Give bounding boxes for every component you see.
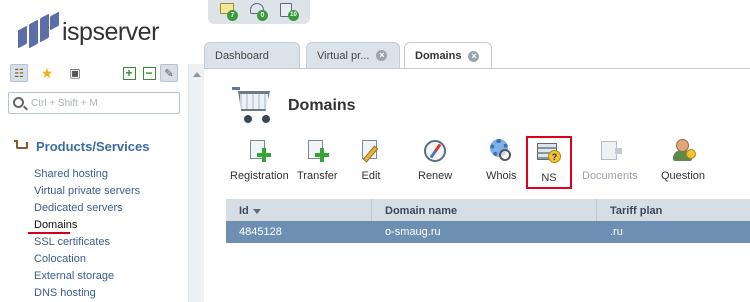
tab-bar: Dashboard Virtual pr... × Domains × [204, 42, 750, 69]
collapse-all-icon[interactable]: − [140, 64, 158, 82]
edit-icon [359, 139, 383, 163]
domains-table: Id Domain name Tariff plan 4845128 o-sma… [226, 199, 750, 243]
support-icon[interactable]: 0 [250, 3, 268, 21]
ispserver-logo-icon [16, 11, 59, 52]
tab-virtual-private-servers[interactable]: Virtual pr... × [306, 42, 400, 68]
edit-label: Edit [361, 170, 381, 182]
renew-button[interactable]: Renew [418, 139, 452, 182]
sidebar-item-external-storage[interactable]: External storage [34, 270, 140, 287]
tab-dashboard[interactable]: Dashboard [204, 42, 300, 68]
ns-button[interactable]: ? NS [526, 136, 572, 189]
sidebar-item-ssl-certificates[interactable]: SSL certificates [34, 236, 140, 253]
whois-icon [489, 139, 513, 163]
whois-button[interactable]: Whois [486, 139, 517, 182]
sidebar-item-dedicated-servers[interactable]: Dedicated servers [34, 202, 140, 219]
shopping-cart-icon [232, 85, 276, 127]
edit-button[interactable]: Edit [359, 139, 383, 182]
section-products-services[interactable]: Products/Services [14, 139, 149, 154]
favorites-star-icon[interactable]: ★ [38, 64, 56, 82]
documents-badge: 10 [288, 10, 299, 21]
question-icon [671, 139, 697, 163]
documents-icon [598, 139, 622, 163]
whois-label: Whois [486, 170, 517, 182]
question-button[interactable]: Question [661, 139, 705, 182]
transfer-label: Transfer [297, 170, 338, 182]
main-panel: Domains Registration Transfer Edit Renew… [204, 68, 750, 302]
documents-button[interactable]: Documents [582, 139, 638, 182]
cell-tariff-plan: .ru [610, 226, 623, 238]
registration-label: Registration [230, 170, 289, 182]
tree-view-icon[interactable]: ☷ [10, 64, 28, 82]
tab-label: Domains [415, 50, 462, 62]
close-icon[interactable]: × [376, 50, 388, 61]
sidebar-item-domains[interactable]: Domains [27, 219, 140, 236]
pin-icon[interactable]: ✎ [160, 64, 178, 82]
documents-icon[interactable]: 10 [280, 3, 299, 21]
menu-search [8, 92, 180, 114]
column-header-id[interactable]: Id [226, 199, 372, 221]
ns-label: NS [541, 172, 557, 184]
renew-label: Renew [418, 170, 453, 182]
tab-label: Dashboard [215, 49, 269, 62]
sidebar-scrollbar[interactable] [188, 64, 204, 302]
sidebar-nav: Shared hosting Virtual private servers D… [27, 168, 140, 302]
question-label: Question [661, 170, 706, 182]
action-toolbar: Registration Transfer Edit Renew Whois ?… [204, 136, 750, 189]
cart-icon [14, 140, 30, 153]
documents-label: Documents [582, 170, 638, 182]
ns-icon: ? [537, 141, 561, 165]
table-header: Id Domain name Tariff plan [226, 199, 750, 221]
scroll-up-arrow-icon[interactable] [193, 72, 201, 77]
close-icon[interactable]: × [468, 50, 480, 62]
expand-all-icon[interactable]: + [120, 64, 138, 82]
column-header-tariff-plan[interactable]: Tariff plan [597, 199, 750, 221]
page-header: Domains [232, 85, 356, 127]
sidebar-item-shared-hosting[interactable]: Shared hosting [34, 168, 140, 185]
column-header-domain-name[interactable]: Domain name [372, 199, 597, 221]
cell-domain-name: o-smaug.ru [385, 226, 441, 238]
sidebar-item-colocation[interactable]: Colocation [34, 253, 140, 270]
section-title: Products/Services [36, 139, 150, 154]
tab-domains[interactable]: Domains × [404, 42, 492, 69]
transfer-icon [305, 139, 330, 163]
registration-button[interactable]: Registration [230, 139, 289, 182]
menu-search-input[interactable] [31, 95, 176, 111]
clipboard-icon[interactable]: ▣ [66, 64, 84, 82]
table-row[interactable]: 4845128 o-smaug.ru .ru [226, 221, 750, 243]
renew-icon [423, 139, 447, 163]
search-icon [13, 97, 24, 108]
support-badge: 0 [257, 10, 268, 21]
logo[interactable]: ispserver [16, 11, 159, 52]
transfer-button[interactable]: Transfer [297, 139, 338, 182]
registration-icon [247, 139, 272, 163]
sidebar-item-virtual-private-servers[interactable]: Virtual private servers [34, 185, 140, 202]
mail-icon[interactable]: 7 [220, 3, 238, 21]
sidebar-toolbar: ☷ ★ ▣ + − ✎ [8, 64, 184, 84]
logo-text: ispserver [62, 17, 159, 46]
cell-id: 4845128 [239, 226, 282, 238]
page-title: Domains [288, 97, 356, 114]
sort-desc-icon [252, 208, 261, 214]
sidebar: ispserver ☷ ★ ▣ + − ✎ Products/Services … [0, 0, 188, 302]
quick-access-bar: 7 0 10 [208, 0, 310, 24]
mail-badge: 7 [227, 10, 238, 21]
tab-label: Virtual pr... [317, 49, 370, 62]
sidebar-item-dns-hosting[interactable]: DNS hosting [34, 287, 140, 302]
